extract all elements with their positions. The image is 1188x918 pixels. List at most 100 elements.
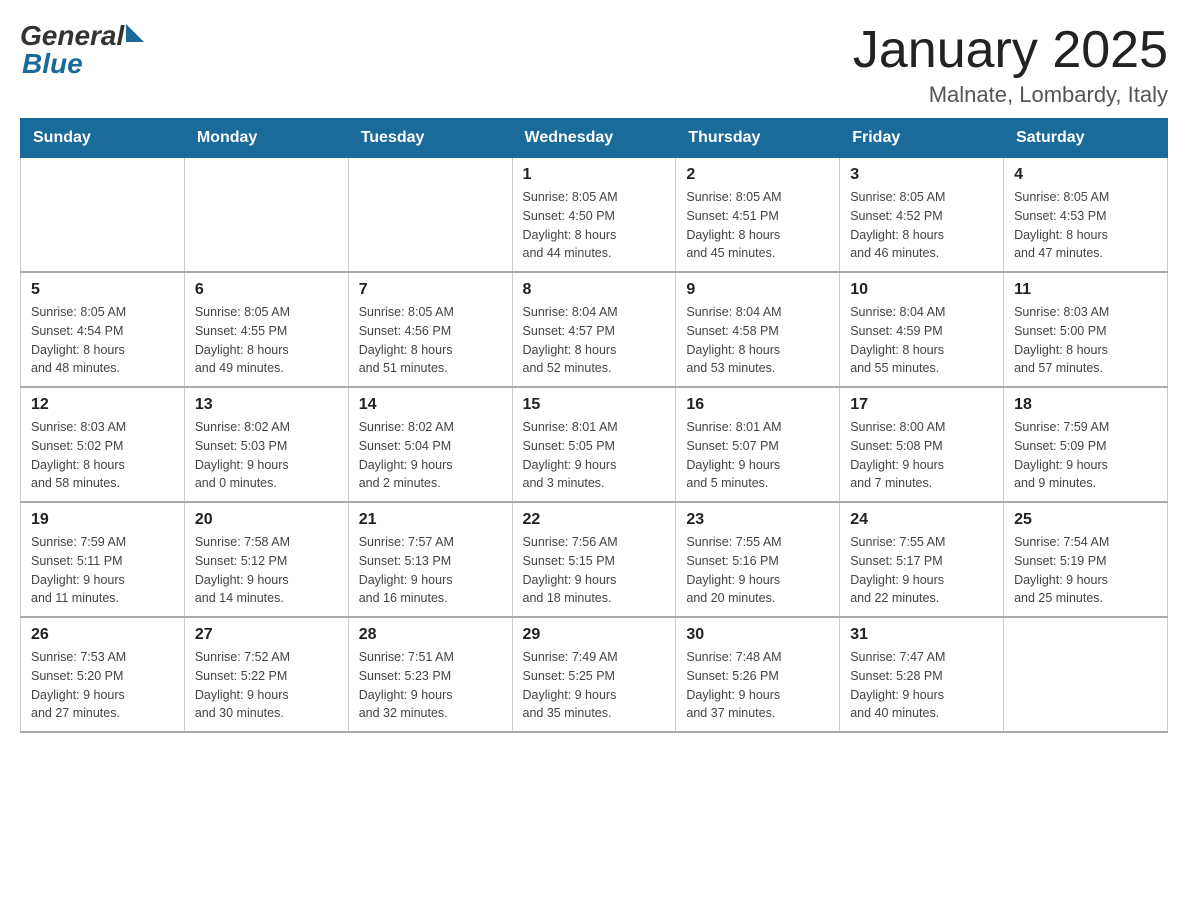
calendar-cell — [348, 158, 512, 273]
calendar-cell: 25Sunrise: 7:54 AM Sunset: 5:19 PM Dayli… — [1004, 502, 1168, 617]
logo: General Blue — [20, 20, 144, 80]
weekday-header-sunday: Sunday — [21, 119, 185, 158]
day-number: 27 — [195, 626, 338, 644]
day-number: 8 — [523, 281, 666, 299]
calendar-cell: 16 Sunrise: 8:01 AM Sunset: 5:07 PM Dayli… — [676, 387, 840, 502]
calendar-cell: 26 Sunrise: 7:53 AM Sunset: 5:20 PM Dayli… — [21, 617, 185, 732]
day-info: Sunrise: 7:58 AM Sunset: 5:12 PM Dayligh… — [195, 533, 338, 608]
day-number: 14 — [359, 396, 502, 414]
calendar-week-3: 12 Sunrise: 8:03 AM Sunset: 5:02 PM Dayli… — [21, 387, 1168, 502]
day-number: 3 — [850, 166, 993, 184]
day-number: 20 — [195, 511, 338, 529]
day-info: Sunrise: 7:55 AM Sunset: 5:16 PM Dayligh… — [686, 533, 829, 608]
calendar-cell: 7 Sunrise: 8:05 AM Sunset: 4:56 PM Daylig… — [348, 272, 512, 387]
day-info: Sunrise: 8:02 AM Sunset: 5:03 PM Dayligh… — [195, 418, 338, 493]
calendar-week-1: 1 Sunrise: 8:05 AM Sunset: 4:50 PM Daylig… — [21, 158, 1168, 273]
calendar-cell — [21, 158, 185, 273]
day-info: Sunrise: 8:05 AM Sunset: 4:51 PM Dayligh… — [686, 188, 829, 263]
day-info: Sunrise: 7:52 AM Sunset: 5:22 PM Dayligh… — [195, 648, 338, 723]
calendar-week-4: 19Sunrise: 7:59 AM Sunset: 5:11 PM Dayli… — [21, 502, 1168, 617]
day-number: 11 — [1014, 281, 1157, 299]
day-number: 30 — [686, 626, 829, 644]
day-number: 13 — [195, 396, 338, 414]
day-info: Sunrise: 7:53 AM Sunset: 5:20 PM Dayligh… — [31, 648, 174, 723]
calendar-cell: 9Sunrise: 8:04 AM Sunset: 4:58 PM Daylig… — [676, 272, 840, 387]
calendar-cell: 20 Sunrise: 7:58 AM Sunset: 5:12 PM Dayli… — [184, 502, 348, 617]
day-info: Sunrise: 7:57 AM Sunset: 5:13 PM Dayligh… — [359, 533, 502, 608]
day-number: 24 — [850, 511, 993, 529]
day-info: Sunrise: 8:05 AM Sunset: 4:54 PM Dayligh… — [31, 303, 174, 378]
calendar-cell: 3 Sunrise: 8:05 AM Sunset: 4:52 PM Daylig… — [840, 158, 1004, 273]
day-info: Sunrise: 8:05 AM Sunset: 4:50 PM Dayligh… — [523, 188, 666, 263]
calendar-cell: 4Sunrise: 8:05 AM Sunset: 4:53 PM Daylig… — [1004, 158, 1168, 273]
day-number: 5 — [31, 281, 174, 299]
day-number: 4 — [1014, 166, 1157, 184]
location-subtitle: Malnate, Lombardy, Italy — [853, 82, 1168, 108]
day-info: Sunrise: 7:51 AM Sunset: 5:23 PM Dayligh… — [359, 648, 502, 723]
day-info: Sunrise: 7:55 AM Sunset: 5:17 PM Dayligh… — [850, 533, 993, 608]
logo-blue-text: Blue — [22, 48, 144, 80]
day-number: 1 — [523, 166, 666, 184]
calendar-cell: 28 Sunrise: 7:51 AM Sunset: 5:23 PM Dayli… — [348, 617, 512, 732]
calendar-cell: 21 Sunrise: 7:57 AM Sunset: 5:13 PM Dayli… — [348, 502, 512, 617]
day-info: Sunrise: 8:05 AM Sunset: 4:52 PM Dayligh… — [850, 188, 993, 263]
day-number: 2 — [686, 166, 829, 184]
day-info: Sunrise: 8:00 AM Sunset: 5:08 PM Dayligh… — [850, 418, 993, 493]
day-number: 10 — [850, 281, 993, 299]
day-info: Sunrise: 8:01 AM Sunset: 5:07 PM Dayligh… — [686, 418, 829, 493]
day-number: 26 — [31, 626, 174, 644]
calendar-cell: 29Sunrise: 7:49 AM Sunset: 5:25 PM Dayli… — [512, 617, 676, 732]
day-number: 7 — [359, 281, 502, 299]
day-info: Sunrise: 8:01 AM Sunset: 5:05 PM Dayligh… — [523, 418, 666, 493]
calendar-cell: 12 Sunrise: 8:03 AM Sunset: 5:02 PM Dayli… — [21, 387, 185, 502]
weekday-row: SundayMondayTuesdayWednesdayThursdayFrid… — [21, 119, 1168, 158]
day-number: 28 — [359, 626, 502, 644]
day-number: 25 — [1014, 511, 1157, 529]
calendar-cell: 17 Sunrise: 8:00 AM Sunset: 5:08 PM Dayli… — [840, 387, 1004, 502]
day-info: Sunrise: 8:05 AM Sunset: 4:56 PM Dayligh… — [359, 303, 502, 378]
day-number: 23 — [686, 511, 829, 529]
calendar-body: 1 Sunrise: 8:05 AM Sunset: 4:50 PM Daylig… — [21, 158, 1168, 733]
weekday-header-thursday: Thursday — [676, 119, 840, 158]
day-number: 21 — [359, 511, 502, 529]
day-info: Sunrise: 8:03 AM Sunset: 5:00 PM Dayligh… — [1014, 303, 1157, 378]
calendar-table: SundayMondayTuesdayWednesdayThursdayFrid… — [20, 118, 1168, 733]
logo-arrow-icon — [126, 24, 144, 42]
day-number: 16 — [686, 396, 829, 414]
day-number: 31 — [850, 626, 993, 644]
day-number: 19 — [31, 511, 174, 529]
calendar-cell: 10 Sunrise: 8:04 AM Sunset: 4:59 PM Dayli… — [840, 272, 1004, 387]
calendar-cell: 6 Sunrise: 8:05 AM Sunset: 4:55 PM Daylig… — [184, 272, 348, 387]
weekday-header-monday: Monday — [184, 119, 348, 158]
page-header: General Blue January 2025 Malnate, Lomba… — [20, 20, 1168, 108]
calendar-cell: 2 Sunrise: 8:05 AM Sunset: 4:51 PM Daylig… — [676, 158, 840, 273]
calendar-cell: 30 Sunrise: 7:48 AM Sunset: 5:26 PM Dayli… — [676, 617, 840, 732]
day-info: Sunrise: 8:05 AM Sunset: 4:55 PM Dayligh… — [195, 303, 338, 378]
day-info: Sunrise: 7:48 AM Sunset: 5:26 PM Dayligh… — [686, 648, 829, 723]
day-info: Sunrise: 8:02 AM Sunset: 5:04 PM Dayligh… — [359, 418, 502, 493]
weekday-header-tuesday: Tuesday — [348, 119, 512, 158]
calendar-cell: 22Sunrise: 7:56 AM Sunset: 5:15 PM Dayli… — [512, 502, 676, 617]
day-info: Sunrise: 7:47 AM Sunset: 5:28 PM Dayligh… — [850, 648, 993, 723]
calendar-cell: 19Sunrise: 7:59 AM Sunset: 5:11 PM Dayli… — [21, 502, 185, 617]
day-info: Sunrise: 7:59 AM Sunset: 5:09 PM Dayligh… — [1014, 418, 1157, 493]
day-number: 15 — [523, 396, 666, 414]
day-number: 9 — [686, 281, 829, 299]
calendar-cell: 8Sunrise: 8:04 AM Sunset: 4:57 PM Daylig… — [512, 272, 676, 387]
day-info: Sunrise: 8:04 AM Sunset: 4:59 PM Dayligh… — [850, 303, 993, 378]
calendar-week-2: 5 Sunrise: 8:05 AM Sunset: 4:54 PM Daylig… — [21, 272, 1168, 387]
title-block: January 2025 Malnate, Lombardy, Italy — [853, 20, 1168, 108]
weekday-header-wednesday: Wednesday — [512, 119, 676, 158]
day-number: 6 — [195, 281, 338, 299]
calendar-cell — [184, 158, 348, 273]
calendar-cell: 11 Sunrise: 8:03 AM Sunset: 5:00 PM Dayli… — [1004, 272, 1168, 387]
day-info: Sunrise: 8:03 AM Sunset: 5:02 PM Dayligh… — [31, 418, 174, 493]
calendar-cell: 5 Sunrise: 8:05 AM Sunset: 4:54 PM Daylig… — [21, 272, 185, 387]
weekday-header-saturday: Saturday — [1004, 119, 1168, 158]
calendar-cell — [1004, 617, 1168, 732]
calendar-cell: 14 Sunrise: 8:02 AM Sunset: 5:04 PM Dayli… — [348, 387, 512, 502]
calendar-cell: 1 Sunrise: 8:05 AM Sunset: 4:50 PM Daylig… — [512, 158, 676, 273]
day-number: 12 — [31, 396, 174, 414]
day-number: 17 — [850, 396, 993, 414]
day-number: 22 — [523, 511, 666, 529]
